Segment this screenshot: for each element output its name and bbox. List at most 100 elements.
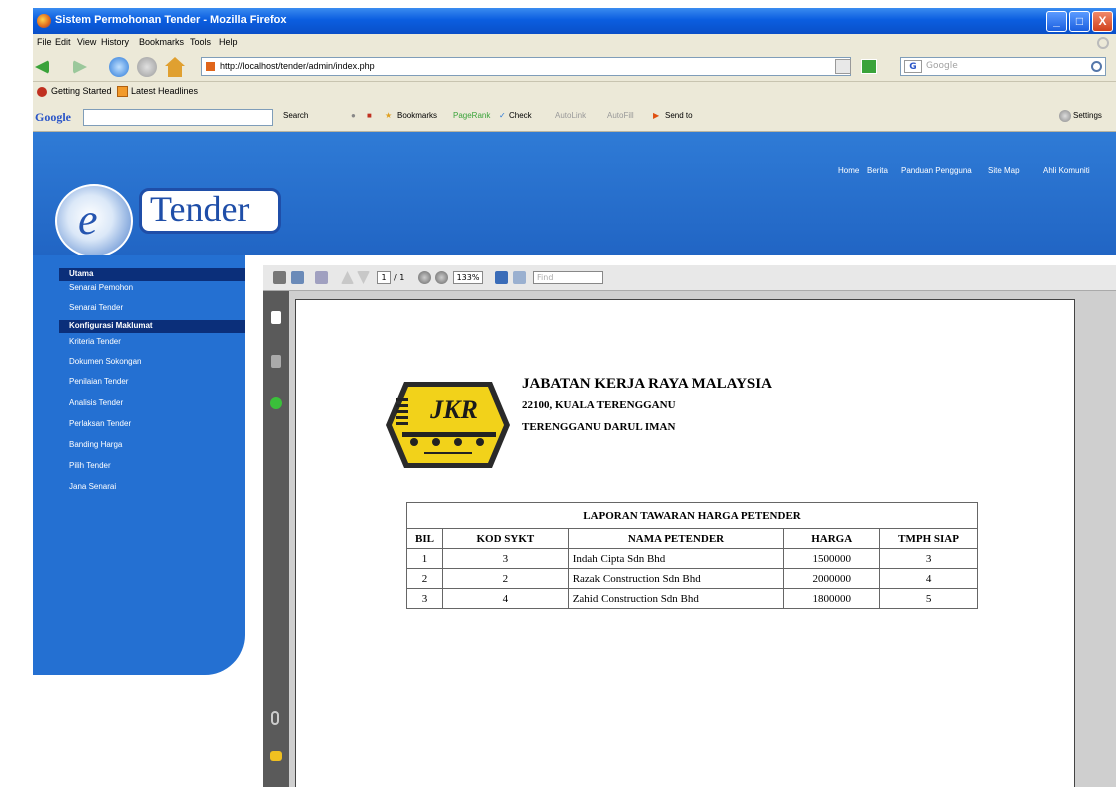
- zoom-out-icon[interactable]: [418, 271, 431, 284]
- autolink-button[interactable]: AutoLink: [555, 111, 586, 120]
- sidebar-item-penilaian-tender[interactable]: Penilaian Tender: [69, 377, 128, 386]
- menu-edit[interactable]: Edit: [55, 37, 71, 47]
- save-icon[interactable]: [291, 271, 304, 284]
- org-address-2: TERENGGANU DARUL IMAN: [522, 421, 676, 433]
- star-icon[interactable]: ★: [385, 111, 392, 120]
- etender-logo[interactable]: Tender e: [43, 172, 303, 264]
- send-to-button[interactable]: Send to: [665, 111, 693, 120]
- sidebar-item-senarai-pemohon[interactable]: Senarai Pemohon: [69, 283, 133, 292]
- sidebar-item-senarai-tender[interactable]: Senarai Tender: [69, 303, 123, 312]
- zoom-in-icon[interactable]: [435, 271, 448, 284]
- logo-e: e: [78, 195, 98, 244]
- sidebar-item-banding-harga[interactable]: Banding Harga: [69, 440, 122, 449]
- price-report-table: LAPORAN TAWARAN HARGA PETENDER BIL KOD S…: [406, 502, 978, 609]
- google-engine-icon[interactable]: G: [904, 60, 922, 73]
- pdf-side-panel: [263, 291, 289, 787]
- menu-view[interactable]: View: [77, 37, 96, 47]
- sidebar-item-analisis-tender[interactable]: Analisis Tender: [69, 398, 123, 407]
- toolbar-b-icon[interactable]: ■: [367, 111, 372, 120]
- signatures-icon[interactable]: [270, 397, 282, 409]
- check-button[interactable]: Check: [509, 111, 532, 120]
- attachment-icon[interactable]: [271, 711, 279, 725]
- maximize-button[interactable]: □: [1069, 11, 1090, 32]
- google-search-button[interactable]: Search: [283, 111, 308, 120]
- menu-file[interactable]: File: [37, 37, 52, 47]
- getting-started-icon: [37, 87, 47, 97]
- cell-tmph: 5: [879, 588, 978, 609]
- forward-icon[interactable]: [73, 60, 87, 74]
- nav-site-map[interactable]: Site Map: [988, 166, 1020, 175]
- cell-nama: Zahid Construction Sdn Bhd: [567, 588, 785, 609]
- zoom-level-select[interactable]: 133%: [453, 271, 483, 284]
- web-page: Home Berita Panduan Pengguna Site Map Ah…: [33, 132, 1116, 787]
- browser-window: Sistem Permohonan Tender - Mozilla Firef…: [33, 8, 1116, 787]
- nav-berita[interactable]: Berita: [867, 166, 888, 175]
- cell-bil: 2: [406, 568, 443, 589]
- cell-nama: Indah Cipta Sdn Bhd: [567, 548, 785, 569]
- settings-icon[interactable]: [1059, 110, 1071, 122]
- throbber-icon: [1097, 37, 1109, 49]
- table-row: 3 4 Zahid Construction Sdn Bhd 1800000 5: [406, 588, 978, 609]
- cell-harga: 1500000: [783, 548, 881, 569]
- table-row: 2 2 Razak Construction Sdn Bhd 2000000 4: [406, 568, 978, 589]
- fit-width-icon[interactable]: [513, 271, 526, 284]
- cell-bil: 1: [406, 548, 443, 569]
- bookmarks-panel-icon[interactable]: [271, 355, 281, 368]
- search-doc-icon[interactable]: [315, 271, 328, 284]
- pages-icon[interactable]: [271, 311, 281, 324]
- next-page-icon[interactable]: [357, 271, 370, 284]
- settings-button[interactable]: Settings: [1073, 111, 1102, 120]
- sidebar-item-dokumen-sokongan[interactable]: Dokumen Sokongan: [69, 357, 142, 366]
- go-button[interactable]: [861, 59, 877, 74]
- bookmarks-toolbar: Getting Started Latest Headlines: [33, 82, 1116, 102]
- sidebar-heading-konfigurasi[interactable]: Konfigurasi Maklumat: [59, 320, 245, 333]
- home-icon[interactable]: [165, 57, 185, 77]
- page-number-input[interactable]: 1: [377, 271, 391, 284]
- menu-history[interactable]: History: [101, 37, 129, 47]
- cell-tmph: 4: [879, 568, 978, 589]
- minimize-button[interactable]: _: [1046, 11, 1067, 32]
- menu-bookmarks[interactable]: Bookmarks: [139, 37, 184, 47]
- pdf-canvas: JKR JABATAN KERJA RAYA MALAYSIA 22100, K…: [289, 291, 1116, 787]
- sidebar-item-perlaksan-tender[interactable]: Perlaksan Tender: [69, 419, 131, 428]
- menu-tools[interactable]: Tools: [190, 37, 211, 47]
- spellcheck-icon[interactable]: ✓: [499, 111, 506, 120]
- url-bar[interactable]: http://localhost/tender/admin/index.php: [201, 57, 851, 76]
- search-icon[interactable]: [1091, 61, 1102, 72]
- send-icon[interactable]: ▶: [653, 111, 659, 120]
- cell-tmph: 3: [879, 548, 978, 569]
- prev-page-icon[interactable]: [341, 271, 354, 284]
- comments-icon[interactable]: [270, 751, 282, 761]
- autofill-button[interactable]: AutoFill: [607, 111, 634, 120]
- jkr-logo: JKR: [386, 382, 510, 468]
- google-search-field[interactable]: [83, 109, 273, 126]
- sidebar-heading-utama[interactable]: Utama: [59, 268, 245, 281]
- stop-icon[interactable]: [137, 57, 157, 77]
- reload-icon[interactable]: [109, 57, 129, 77]
- find-input[interactable]: Find: [533, 271, 603, 284]
- google-logo[interactable]: Google: [35, 110, 71, 125]
- close-button[interactable]: X: [1092, 11, 1113, 32]
- nav-home[interactable]: Home: [838, 166, 859, 175]
- logo-text: Tender: [150, 189, 250, 229]
- pagerank-label[interactable]: PageRank: [453, 111, 490, 120]
- sidebar-item-kriteria-tender[interactable]: Kriteria Tender: [69, 337, 121, 346]
- url-dropdown-icon[interactable]: [835, 59, 851, 74]
- search-input[interactable]: G Google: [900, 57, 1106, 76]
- sidebar-item-pilih-tender[interactable]: Pilih Tender: [69, 461, 111, 470]
- sidebar-item-jana-senarai[interactable]: Jana Senarai: [69, 482, 116, 491]
- google-bookmarks-button[interactable]: Bookmarks: [397, 111, 437, 120]
- back-icon[interactable]: [35, 60, 49, 74]
- bookmark-getting-started[interactable]: Getting Started: [51, 86, 112, 96]
- window-title: Sistem Permohonan Tender - Mozilla Firef…: [55, 14, 287, 26]
- print-icon[interactable]: [273, 271, 286, 284]
- menu-help[interactable]: Help: [219, 37, 238, 47]
- org-address-1: 22100, KUALA TERENGGANU: [522, 399, 676, 411]
- title-bar: Sistem Permohonan Tender - Mozilla Firef…: [33, 8, 1116, 34]
- nav-ahli-komuniti[interactable]: Ahli Komuniti: [1043, 166, 1090, 175]
- fit-page-icon[interactable]: [495, 271, 508, 284]
- toolbar-blocker[interactable]: ●: [351, 111, 356, 120]
- nav-panduan-pengguna[interactable]: Panduan Pengguna: [901, 166, 972, 175]
- col-harga: HARGA: [783, 528, 881, 549]
- bookmark-latest-headlines[interactable]: Latest Headlines: [131, 86, 198, 96]
